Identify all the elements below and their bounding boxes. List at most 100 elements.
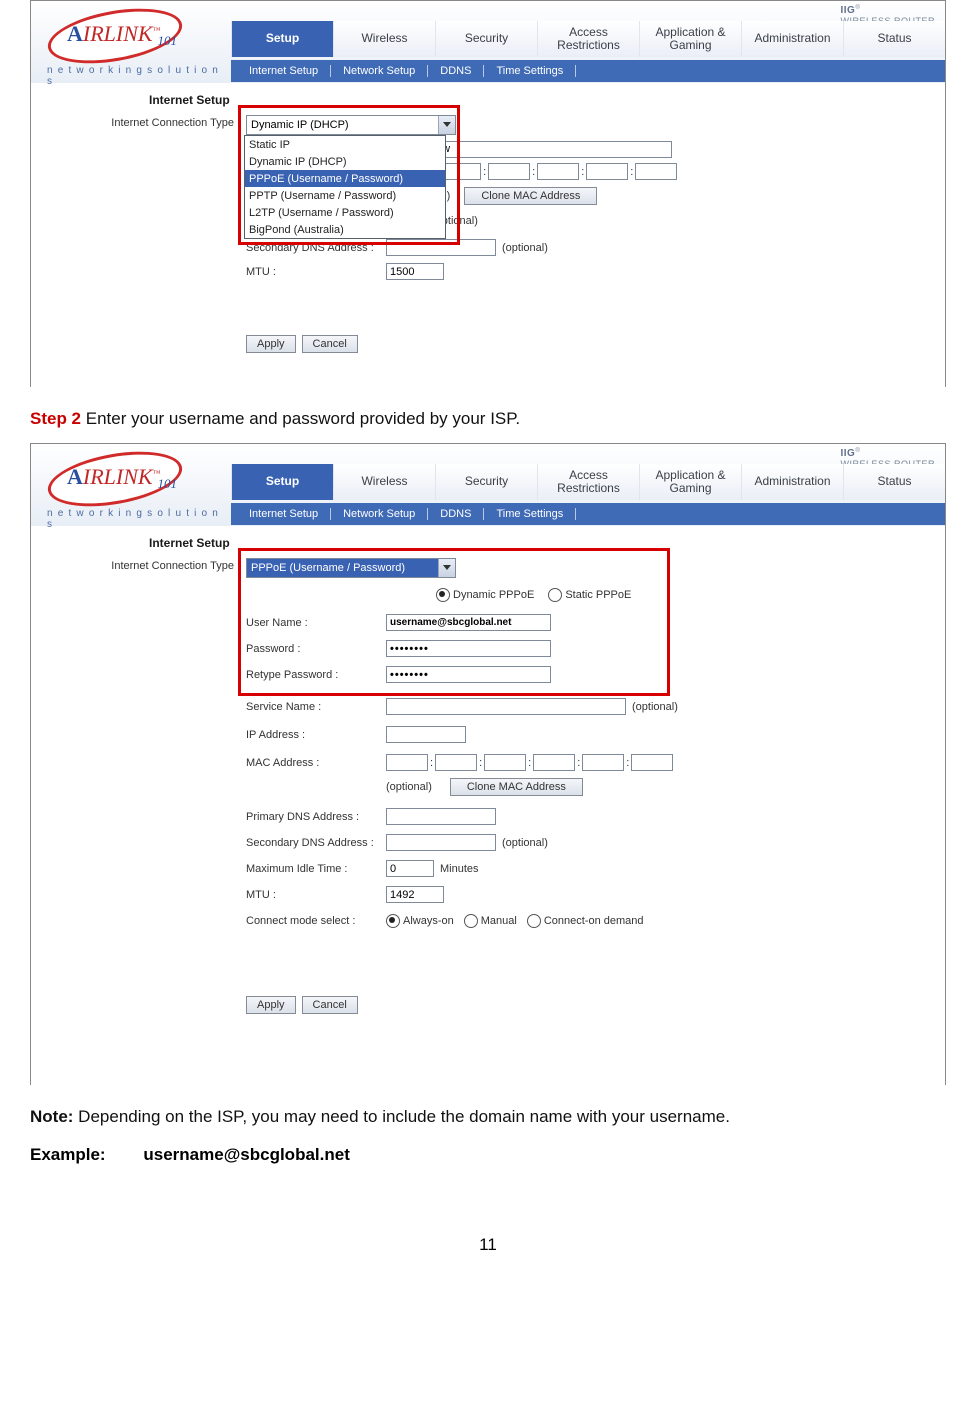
mac-oct-input[interactable] bbox=[533, 754, 575, 771]
brand-tagline: n e t w o r k i n g s o l u t i o n s bbox=[41, 65, 226, 87]
user-label: User Name : bbox=[246, 617, 386, 629]
optional-text: (optional) bbox=[502, 242, 548, 254]
opt-bigpond[interactable]: BigPond (Australia) bbox=[245, 221, 445, 238]
apply-button[interactable]: Apply bbox=[246, 335, 296, 353]
service-input[interactable] bbox=[386, 698, 626, 715]
tab-application-gaming[interactable]: Application & Gaming bbox=[639, 21, 741, 57]
retype-password-input[interactable] bbox=[386, 666, 551, 683]
tab-access-restrictions[interactable]: Access Restrictions bbox=[537, 21, 639, 57]
mac-oct-input[interactable] bbox=[484, 754, 526, 771]
mtu-input[interactable] bbox=[386, 886, 444, 903]
connmode-label: Connect mode select : bbox=[246, 915, 386, 927]
subtab-ddns[interactable]: DDNS bbox=[428, 65, 484, 77]
brand-tagline: n e t w o r k i n g s o l u t i o n s bbox=[41, 508, 226, 530]
password-input[interactable] bbox=[386, 640, 551, 657]
tab-security[interactable]: Security bbox=[435, 21, 537, 57]
tab-security[interactable]: Security bbox=[435, 464, 537, 500]
sub-nav: Internet Setup Network Setup DDNS Time S… bbox=[231, 503, 945, 525]
optional-text: (optional) bbox=[386, 781, 432, 793]
dns1-label: Primary DNS Address : bbox=[246, 811, 386, 823]
radio-manual[interactable] bbox=[464, 914, 478, 928]
tab-access-restrictions[interactable]: Access Restrictions bbox=[537, 464, 639, 500]
mtu-input[interactable] bbox=[386, 263, 444, 280]
tab-wireless[interactable]: Wireless bbox=[333, 464, 435, 500]
mac-label: MAC Address : bbox=[246, 757, 386, 769]
sub-nav: Internet Setup Network Setup DDNS Time S… bbox=[231, 60, 945, 82]
mac-oct-input[interactable] bbox=[386, 754, 428, 771]
subtab-network-setup[interactable]: Network Setup bbox=[331, 508, 428, 520]
mac-oct-input[interactable] bbox=[582, 754, 624, 771]
tab-status[interactable]: Status bbox=[843, 21, 945, 57]
conn-type-label: Internet Connection Type bbox=[69, 560, 234, 572]
note-text: Note: Depending on the ISP, you may need… bbox=[30, 1107, 946, 1127]
mac-oct-input[interactable] bbox=[537, 163, 579, 180]
dns1-input[interactable] bbox=[386, 808, 496, 825]
apply-button[interactable]: Apply bbox=[246, 996, 296, 1014]
page-number: 11 bbox=[30, 1235, 946, 1275]
ip-input[interactable] bbox=[386, 726, 466, 743]
conn-type-dropdown[interactable]: Static IP Dynamic IP (DHCP) PPPoE (Usern… bbox=[244, 135, 446, 239]
step2-caption: Step 2 Enter your username and password … bbox=[30, 409, 946, 429]
tab-application-gaming[interactable]: Application & Gaming bbox=[639, 464, 741, 500]
radio-dynamic-label: Dynamic PPPoE bbox=[453, 589, 534, 601]
cancel-button[interactable]: Cancel bbox=[302, 996, 358, 1014]
dns2-input[interactable] bbox=[386, 834, 496, 851]
tab-administration[interactable]: Administration bbox=[741, 21, 843, 57]
opt-l2tp[interactable]: L2TP (Username / Password) bbox=[245, 204, 445, 221]
mac-oct-input[interactable] bbox=[488, 163, 530, 180]
example-line: Example: username@sbcglobal.net bbox=[30, 1145, 946, 1165]
nav-tabs: Setup Wireless Security Access Restricti… bbox=[231, 21, 945, 57]
mac-oct-input[interactable] bbox=[435, 754, 477, 771]
dns2-input[interactable] bbox=[386, 239, 496, 256]
chevron-down-icon bbox=[443, 122, 451, 127]
subtab-ddns[interactable]: DDNS bbox=[428, 508, 484, 520]
opt-pptp[interactable]: PPTP (Username / Password) bbox=[245, 187, 445, 204]
opt-pppoe[interactable]: PPPoE (Username / Password) bbox=[245, 170, 445, 187]
radio-demand[interactable] bbox=[527, 914, 541, 928]
mode-manual-label: Manual bbox=[481, 915, 517, 927]
service-label: Service Name : bbox=[246, 701, 386, 713]
screenshot-2: IIG® WIRELESS ROUTER AIRLINK™ 101 n e t … bbox=[30, 443, 946, 1085]
conn-type-label: Internet Connection Type bbox=[69, 117, 234, 129]
partial-host-input[interactable] bbox=[432, 141, 672, 158]
nav-tabs: Setup Wireless Security Access Restricti… bbox=[231, 464, 945, 500]
subtab-time-settings[interactable]: Time Settings bbox=[484, 65, 576, 77]
cancel-button[interactable]: Cancel bbox=[302, 335, 358, 353]
dns2-label: Secondary DNS Address : bbox=[246, 242, 386, 254]
idle-input[interactable] bbox=[386, 860, 434, 877]
mode-demand-label: Connect-on demand bbox=[544, 915, 644, 927]
retype-label: Retype Password : bbox=[246, 669, 386, 681]
subtab-internet-setup[interactable]: Internet Setup bbox=[237, 508, 331, 520]
username-input[interactable] bbox=[386, 614, 551, 631]
tab-status[interactable]: Status bbox=[843, 464, 945, 500]
airlink-logo: AIRLINK™ 101 bbox=[41, 5, 191, 63]
chevron-down-icon bbox=[443, 565, 451, 570]
mac-oct-input[interactable] bbox=[631, 754, 673, 771]
optional-text: (optional) bbox=[632, 701, 678, 713]
mtu-label: MTU : bbox=[246, 266, 386, 278]
radio-dynamic-pppoe[interactable] bbox=[436, 588, 450, 602]
subtab-time-settings[interactable]: Time Settings bbox=[484, 508, 576, 520]
conn-type-select[interactable]: PPPoE (Username / Password) bbox=[246, 558, 456, 578]
radio-always-on[interactable] bbox=[386, 914, 400, 928]
airlink-logo: AIRLINK™ 101 bbox=[41, 448, 191, 506]
opt-dynamic-ip[interactable]: Dynamic IP (DHCP) bbox=[245, 153, 445, 170]
subtab-network-setup[interactable]: Network Setup bbox=[331, 65, 428, 77]
mac-oct-input[interactable] bbox=[586, 163, 628, 180]
tab-wireless[interactable]: Wireless bbox=[333, 21, 435, 57]
tab-setup[interactable]: Setup bbox=[231, 464, 333, 500]
ip-label: IP Address : bbox=[246, 729, 386, 741]
mac-oct-input[interactable] bbox=[635, 163, 677, 180]
tab-administration[interactable]: Administration bbox=[741, 464, 843, 500]
subtab-internet-setup[interactable]: Internet Setup bbox=[237, 65, 331, 77]
mode-always-label: Always-on bbox=[403, 915, 454, 927]
dns2-label: Secondary DNS Address : bbox=[246, 837, 386, 849]
screenshot-1: IIG® WIRELESS ROUTER AIRLINK™ 101 n e t … bbox=[30, 0, 946, 387]
conn-type-select[interactable]: Dynamic IP (DHCP) bbox=[246, 115, 456, 135]
radio-static-pppoe[interactable] bbox=[548, 588, 562, 602]
clone-mac-button[interactable]: Clone MAC Address bbox=[450, 778, 583, 796]
clone-mac-button[interactable]: Clone MAC Address bbox=[464, 187, 597, 205]
tab-setup[interactable]: Setup bbox=[231, 21, 333, 57]
idle-label: Maximum Idle Time : bbox=[246, 863, 386, 875]
opt-static-ip[interactable]: Static IP bbox=[245, 136, 445, 153]
